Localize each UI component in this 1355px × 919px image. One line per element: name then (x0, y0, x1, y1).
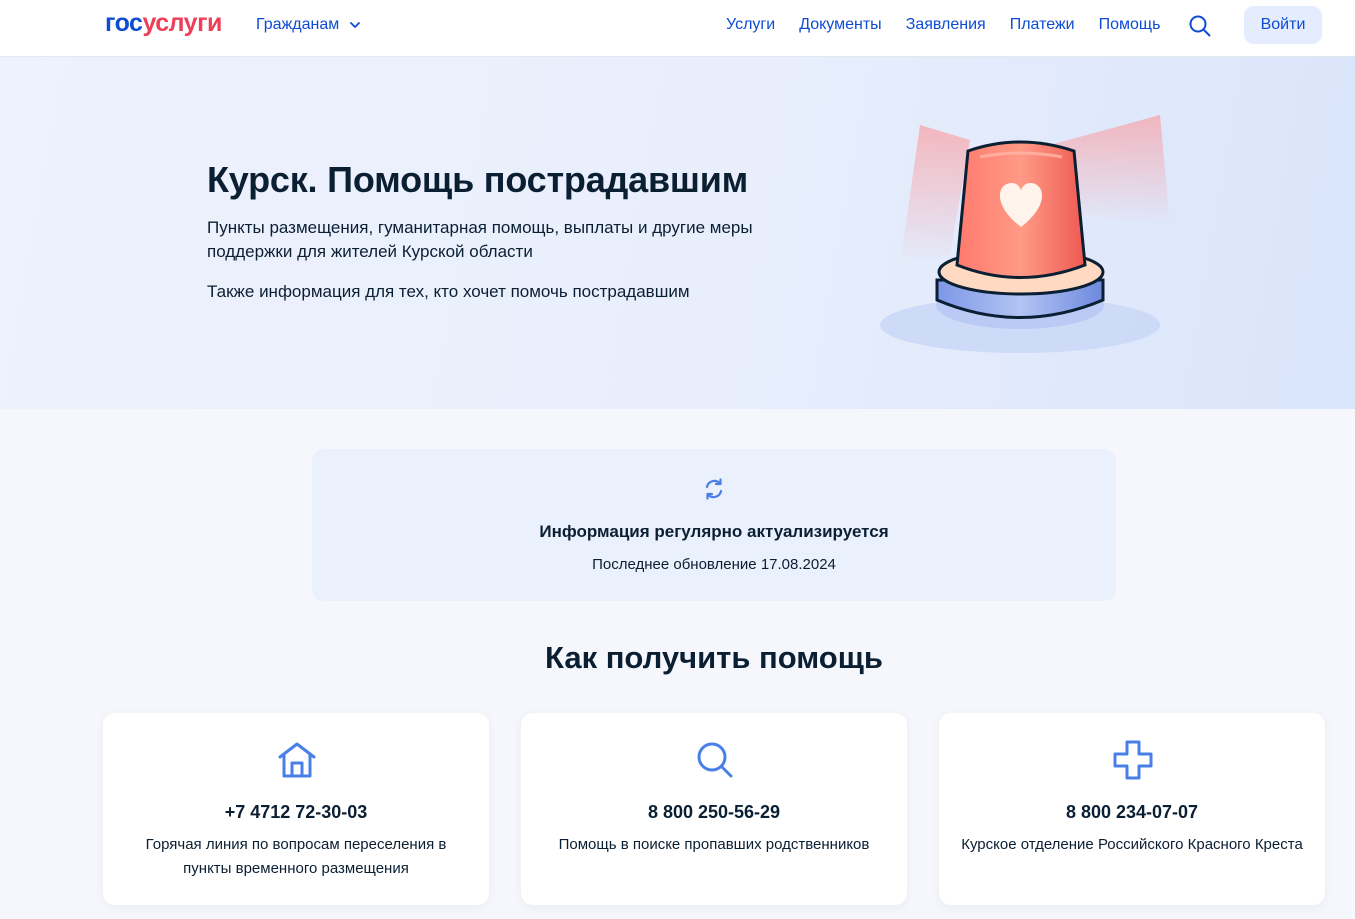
nav-documents[interactable]: Документы (799, 16, 881, 34)
chevron-down-icon (350, 22, 361, 28)
page-title: Курск. Помощь пострадавшим (207, 159, 749, 200)
hotline-phone: +7 4712 72-30-03 (224, 802, 368, 822)
nav-help[interactable]: Помощь (1099, 16, 1161, 34)
nav-services[interactable]: Услуги (726, 16, 775, 34)
audience-dropdown[interactable]: Гражданам (256, 16, 361, 34)
logo-part-gos: гос (105, 9, 143, 37)
card-caption: Горячая линия по вопросам переселения в … (145, 836, 447, 877)
login-button[interactable]: Войти (1244, 6, 1322, 44)
nav-payments[interactable]: Платежи (1010, 16, 1075, 34)
cross-icon (1113, 740, 1153, 780)
nav-applications[interactable]: Заявления (906, 16, 986, 34)
hero-description: Пункты размещения, гуманитарная помощь, … (207, 218, 753, 261)
help-card-red-cross[interactable]: 8 800 234-07-07 Курское отделение Россий… (939, 713, 1325, 905)
last-updated-date: Последнее обновление 17.08.2024 (592, 556, 836, 573)
section-title-how-to-get-help: Как получить помощь (545, 640, 883, 675)
hotline-phone: 8 800 234-07-07 (1065, 802, 1199, 822)
card-caption: Курское отделение Российского Красного К… (961, 836, 1303, 853)
search-icon[interactable] (1188, 14, 1212, 38)
search-icon (697, 742, 733, 778)
info-title: Информация регулярно актуализируется (539, 522, 889, 541)
hero-banner: Курск. Помощь пострадавшим Пункты размещ… (0, 57, 1355, 409)
siren-illustration (880, 115, 1170, 353)
update-info-card: Информация регулярно актуализируется Пос… (312, 449, 1116, 601)
refresh-icon (705, 478, 723, 500)
logo-part-uslugi: услуги (142, 9, 222, 37)
main-nav: Услуги Документы Заявления Платежи Помощ… (726, 16, 1160, 34)
house-icon (278, 742, 316, 778)
header: госуслуги Гражданам Услуги Документы Зая… (0, 0, 1355, 57)
hero-description-secondary: Также информация для тех, кто хочет помо… (207, 282, 690, 301)
help-card-resettlement[interactable]: +7 4712 72-30-03 Горячая линия по вопрос… (103, 713, 489, 905)
gosuslugi-logo[interactable]: госуслуги (105, 9, 222, 38)
hotline-phone: 8 800 250-56-29 (647, 802, 781, 822)
audience-label: Гражданам (256, 16, 340, 33)
card-caption: Помощь в поиске пропавших родственников (558, 836, 870, 853)
help-card-missing-relatives[interactable]: 8 800 250-56-29 Помощь в поиске пропавши… (521, 713, 907, 905)
